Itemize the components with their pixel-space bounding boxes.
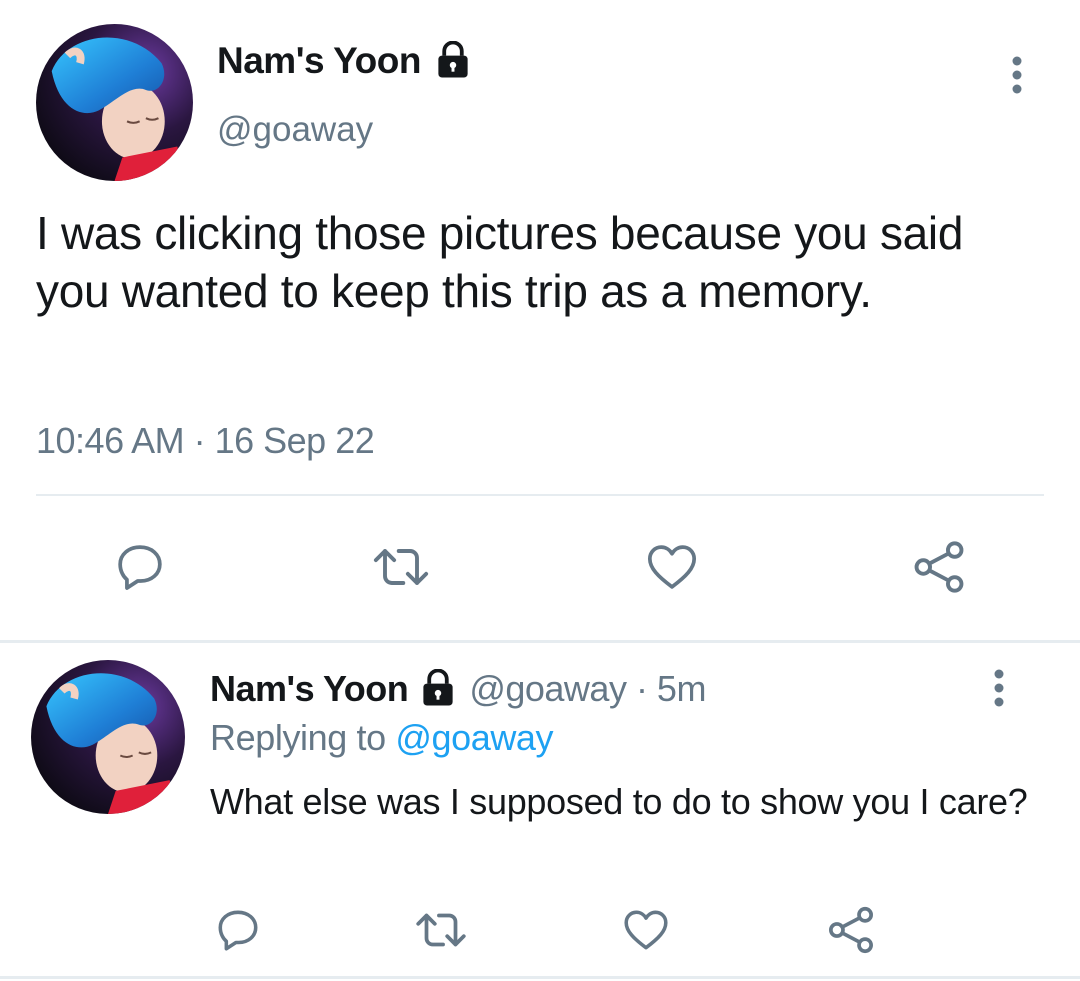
share-icon: [829, 906, 873, 954]
reply-avatar[interactable]: [31, 660, 185, 814]
section-divider: [0, 640, 1080, 643]
mention-link[interactable]: @goaway: [395, 717, 553, 758]
retweet-icon: [416, 913, 466, 947]
reply-icon: [118, 545, 162, 590]
reply-meta: @goaway · 5m: [469, 668, 706, 709]
divider: [36, 494, 1044, 496]
avatar-photo: [36, 24, 193, 181]
main-display-name[interactable]: Nam's Yoon: [217, 40, 471, 82]
more-vertical-icon[interactable]: [1003, 55, 1031, 95]
like-button[interactable]: [640, 535, 704, 599]
avatar-photo: [31, 660, 185, 814]
retweet-icon: [373, 549, 429, 585]
reply-button[interactable]: [210, 902, 266, 958]
reply-button[interactable]: [108, 535, 172, 599]
main-avatar[interactable]: [36, 24, 193, 181]
retweet-button[interactable]: [366, 535, 436, 599]
replying-to: Replying to @goaway: [210, 717, 554, 758]
main-handle[interactable]: @goaway: [217, 110, 373, 150]
lock-icon: [423, 669, 453, 707]
tweet-text: I was clicking those pictures because yo…: [36, 207, 964, 317]
share-icon: [914, 541, 964, 593]
share-button[interactable]: [822, 902, 880, 958]
more-vertical-icon[interactable]: [985, 668, 1013, 708]
reply-text: What else was I supposed to do to show y…: [210, 781, 1028, 822]
reply-icon: [218, 910, 258, 951]
reply-display-name[interactable]: Nam's Yoon: [210, 668, 409, 709]
lock-icon: [438, 41, 468, 78]
section-divider: [0, 976, 1080, 979]
heart-icon: [647, 545, 697, 589]
heart-icon: [624, 910, 668, 950]
like-button[interactable]: [618, 902, 674, 958]
share-button[interactable]: [905, 535, 973, 599]
reply-header[interactable]: Nam's Yoon @goaway · 5m: [210, 668, 706, 710]
retweet-button[interactable]: [410, 902, 472, 958]
tweet-timestamp[interactable]: 10:46 AM · 16 Sep 22: [36, 420, 375, 462]
